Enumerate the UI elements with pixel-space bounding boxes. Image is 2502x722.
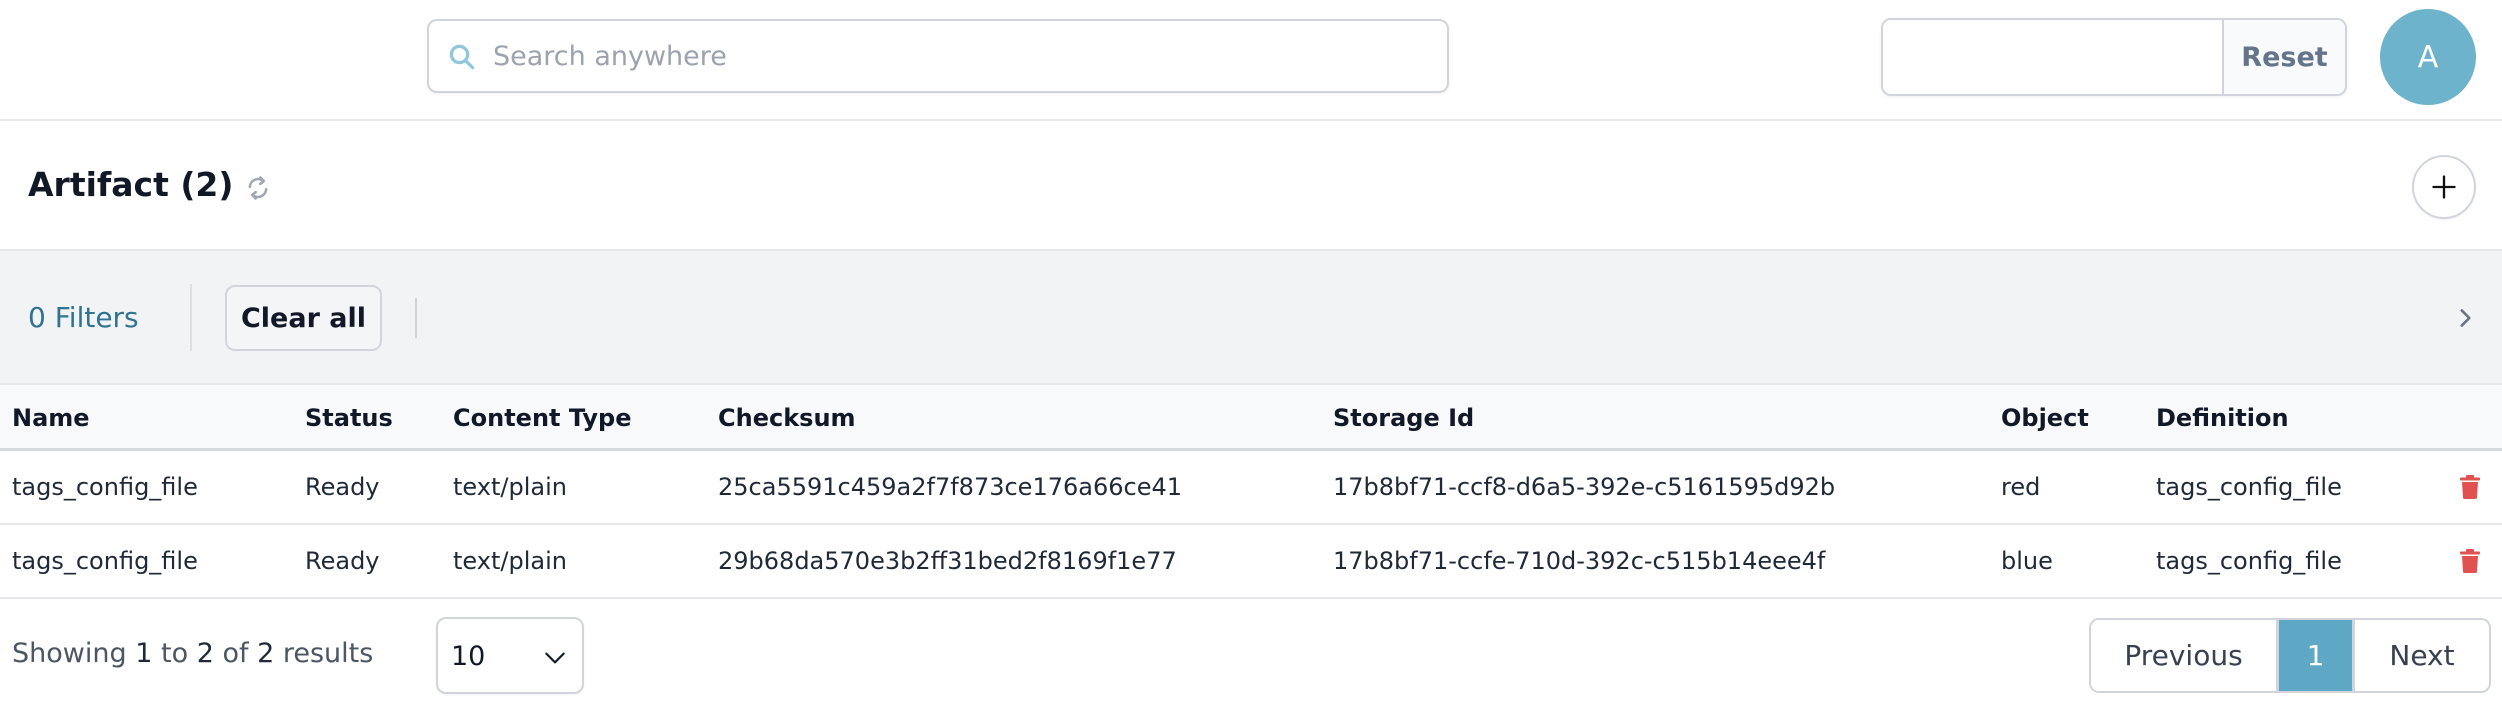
cell-content-type: text/plain [453,473,567,501]
search-icon [449,44,475,70]
cell-checksum: 29b68da570e3b2ff31bed2f8169f1e77 [718,547,1177,575]
showing-label: Showing [12,638,127,669]
avatar[interactable]: A [2380,9,2476,105]
cell-name: tags_config_file [12,547,198,575]
divider [190,284,192,351]
clear-all-button[interactable]: Clear all [225,285,382,351]
cell-object: red [2001,473,2041,501]
cell-definition: tags_config_file [2156,473,2342,501]
results-label: results [282,638,374,669]
add-artifact-button[interactable] [2412,155,2476,219]
page-title: Artifact (2) [28,165,234,204]
trash-icon[interactable] [2460,475,2480,499]
cell-name: tags_config_file [12,473,198,501]
column-header-checksum[interactable]: Checksum [718,404,856,432]
divider [415,298,417,338]
filter-bar: 0 Filters Clear all [0,251,2502,385]
column-header-name[interactable]: Name [12,404,90,432]
title-row: Artifact (2) [0,121,2502,251]
plus-icon [2432,175,2456,199]
page-size-select[interactable]: 10 [436,617,584,694]
refresh-icon[interactable] [244,174,272,202]
to-label: to [160,638,189,669]
table-row[interactable]: tags_config_file Ready text/plain 29b68d… [0,525,2502,599]
trash-icon[interactable] [2460,549,2480,573]
pagination: Previous 1 Next [2089,618,2491,693]
reset-group: Reset [1881,18,2347,96]
cell-definition: tags_config_file [2156,547,2342,575]
column-header-definition[interactable]: Definition [2156,404,2289,432]
top-header: Reset A [0,0,2502,121]
chevron-down-icon [545,652,565,664]
avatar-initial: A [2417,39,2439,75]
cell-object: blue [2001,547,2053,575]
page-button-current[interactable]: 1 [2279,620,2355,691]
table-header: Name Status Content Type Checksum Storag… [0,385,2502,451]
column-header-object[interactable]: Object [2001,404,2089,432]
artifact-table: Name Status Content Type Checksum Storag… [0,385,2502,599]
cell-storage-id: 17b8bf71-ccf8-d6a5-392e-c5161595d92b [1333,473,1836,501]
page-size-value: 10 [451,641,486,672]
cell-status: Ready [305,473,380,501]
cell-content-type: text/plain [453,547,567,575]
reset-input[interactable] [1883,20,2224,94]
next-page-button[interactable]: Next [2355,620,2489,691]
search-input[interactable] [493,21,1433,91]
reset-button[interactable]: Reset [2224,20,2345,94]
column-header-content-type[interactable]: Content Type [453,404,631,432]
cell-status: Ready [305,547,380,575]
table-row[interactable]: tags_config_file Ready text/plain 25ca55… [0,451,2502,525]
table-footer: Showing 1 to 2 of 2 results 10 Previous … [0,600,2502,722]
cell-checksum: 25ca5591c459a2f7f873ce176a66ce41 [718,473,1182,501]
of-label: of [222,638,249,669]
results-total: 2 [257,638,275,669]
column-header-status[interactable]: Status [305,404,393,432]
global-search[interactable] [427,19,1449,93]
chevron-right-icon[interactable] [2452,305,2478,331]
results-summary: Showing 1 to 2 of 2 results [12,638,373,669]
previous-page-button[interactable]: Previous [2091,620,2279,691]
results-from: 1 [135,638,153,669]
results-to: 2 [196,638,214,669]
column-header-storage-id[interactable]: Storage Id [1333,404,1474,432]
filters-count[interactable]: 0 Filters [28,301,139,334]
cell-storage-id: 17b8bf71-ccfe-710d-392c-c515b14eee4f [1333,547,1826,575]
